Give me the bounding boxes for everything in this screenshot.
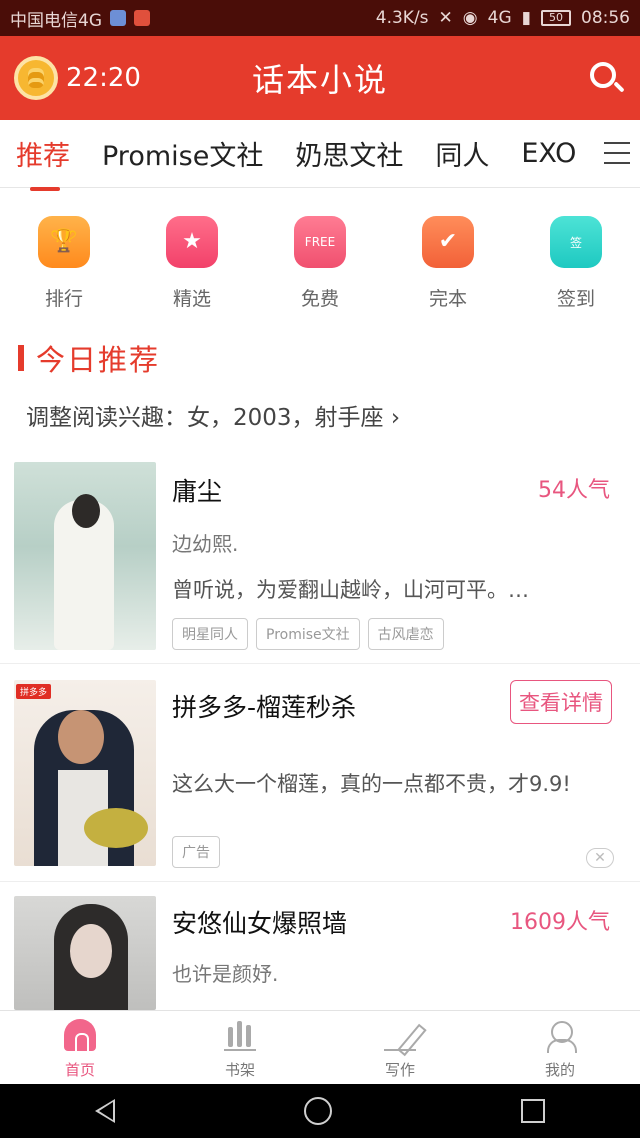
app-header: 22:20 话本小说 — [0, 36, 640, 120]
view-details-button[interactable]: 查看详情 — [510, 680, 612, 724]
book-cover[interactable] — [14, 896, 156, 1010]
star-icon: ★ — [166, 216, 218, 268]
tag[interactable]: Promise文社 — [256, 618, 360, 650]
search-icon — [590, 62, 616, 88]
nav-bookshelf[interactable]: 书架 — [160, 1011, 320, 1084]
mail-app-icon — [134, 10, 150, 26]
entry-signin[interactable]: 签 签到 — [536, 216, 616, 320]
home-icon — [64, 1019, 96, 1053]
popularity: 54人气 — [538, 478, 610, 503]
battery-icon: 50 — [541, 10, 571, 26]
ad-desc: 这么大一个榴莲，真的一点都不贵，才9.9! — [172, 772, 571, 796]
entry-label: 完本 — [428, 288, 467, 310]
mute-icon: ✕ — [438, 8, 453, 28]
eye-icon: ◉ — [462, 8, 478, 28]
entry-label: 签到 — [556, 288, 595, 310]
entry-label: 精选 — [172, 288, 211, 310]
bottom-nav: 首页 书架 写作 我的 — [0, 1010, 640, 1084]
carrier-text: 中国电信4G — [10, 10, 102, 31]
clock-time[interactable]: 22:20 — [66, 63, 141, 93]
nav-write[interactable]: 写作 — [320, 1011, 480, 1084]
tag[interactable]: 明星同人 — [172, 618, 248, 650]
section-marker — [18, 345, 24, 371]
book-title[interactable]: 庸尘 — [172, 472, 222, 508]
section-header: 今日推荐 — [18, 340, 161, 377]
tab-recommend[interactable]: 推荐 — [16, 134, 70, 191]
home-button-icon[interactable] — [303, 1097, 332, 1125]
profile-icon — [544, 1019, 577, 1053]
bookshelf-icon — [224, 1019, 256, 1051]
back-icon[interactable] — [94, 1099, 115, 1123]
tab-promise[interactable]: Promise文社 — [102, 134, 263, 173]
nav-profile[interactable]: 我的 — [480, 1011, 640, 1084]
search-button[interactable] — [586, 58, 626, 98]
nav-label: 首页 — [64, 1061, 95, 1079]
status-time: 08:56 — [581, 8, 630, 28]
entry-label: 排行 — [44, 288, 83, 310]
ad-title[interactable]: 拼多多-榴莲秒杀 — [172, 688, 356, 724]
quick-entries: 🏆 排行 ★ 精选 FREE 免费 ✔ 完本 签 签到 — [0, 188, 640, 320]
book-item[interactable]: 庸尘 54人气 边幼熙. 曾听说，为爱翻山越岭，山河可平。… 明星同人 Prom… — [0, 448, 640, 664]
nav-label: 写作 — [384, 1061, 415, 1079]
pinduoduo-logo: 拼多多 — [16, 684, 52, 699]
search-icon-handle — [613, 81, 625, 93]
close-ad-icon[interactable]: ✕ — [586, 848, 614, 868]
ad-tag: 广告 — [172, 836, 220, 868]
ad-image[interactable]: 拼多多 — [14, 680, 156, 866]
tab-naisi[interactable]: 奶思文社 — [295, 134, 403, 173]
ad-item[interactable]: 拼多多 拼多多-榴莲秒杀 查看详情 这么大一个榴莲，真的一点都不贵，才9.9! … — [0, 664, 640, 882]
tab-fanfic[interactable]: 同人 — [435, 134, 489, 173]
entry-label: 免费 — [300, 288, 339, 310]
nav-label: 我的 — [544, 1061, 575, 1079]
adjust-interest-link[interactable]: 调整阅读兴趣：女，2003，射手座 › — [26, 398, 400, 432]
menu-icon[interactable] — [604, 142, 630, 166]
tab-exo[interactable]: EXO — [521, 138, 576, 169]
network-type: 4G — [487, 8, 512, 28]
status-bar: 中国电信4G 4.3K/s ✕ ◉ 4G ▮ 50 08:56 — [0, 0, 640, 36]
check-icon: ✔ — [422, 216, 474, 268]
book-author: 也许是颜妤. — [172, 962, 279, 986]
alarm-clock-icon[interactable] — [14, 56, 58, 100]
trophy-icon: 🏆 — [38, 216, 90, 268]
book-tags: 明星同人 Promise文社 古风虐恋 — [172, 618, 444, 650]
nav-home[interactable]: 首页 — [0, 1011, 160, 1084]
ad-tags: 广告 — [172, 836, 220, 868]
signal-icon: ▮ — [521, 8, 531, 28]
section-title: 今日推荐 — [36, 343, 161, 377]
free-icon: FREE — [294, 216, 346, 268]
entry-free[interactable]: FREE 免费 — [280, 216, 360, 320]
tag[interactable]: 古风虐恋 — [367, 618, 444, 650]
recent-apps-icon[interactable] — [521, 1099, 546, 1123]
network-speed: 4.3K/s — [375, 8, 429, 28]
nav-label: 书架 — [224, 1061, 255, 1079]
book-cover[interactable] — [14, 462, 156, 650]
book-item[interactable]: 安悠仙女爆照墙 1609人气 也许是颜妤. — [0, 882, 640, 1010]
book-desc: 曾听说，为爱翻山越岭，山河可平。… — [172, 578, 529, 602]
popularity: 1609人气 — [510, 910, 610, 935]
pen-icon — [384, 1019, 416, 1051]
category-tabs: 推荐 Promise文社 奶思文社 同人 EXO — [0, 120, 640, 191]
map-app-icon — [110, 10, 126, 26]
book-title[interactable]: 安悠仙女爆照墙 — [172, 904, 347, 940]
entry-featured[interactable]: ★ 精选 — [152, 216, 232, 320]
system-nav-bar — [0, 1084, 640, 1138]
entry-rank[interactable]: 🏆 排行 — [24, 216, 104, 320]
sign-icon: 签 — [550, 216, 602, 268]
entry-completed[interactable]: ✔ 完本 — [408, 216, 488, 320]
book-author: 边幼熙. — [172, 532, 239, 556]
